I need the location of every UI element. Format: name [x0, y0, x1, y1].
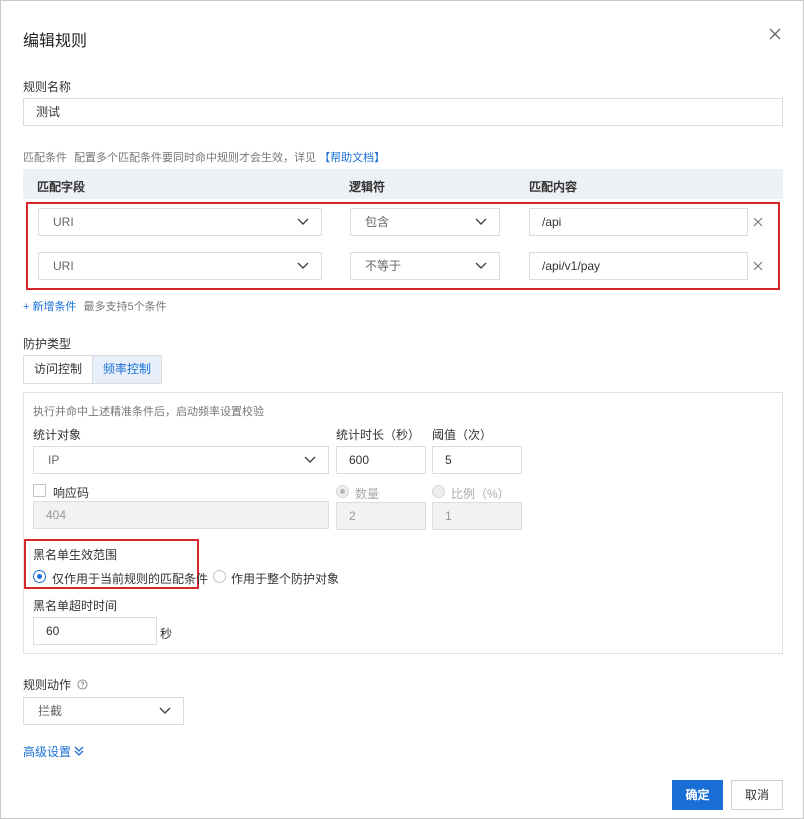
stat-object-select[interactable]: IP — [33, 446, 329, 474]
column-header-field: 匹配字段 — [37, 180, 86, 194]
double-chevron-down-icon — [74, 746, 84, 756]
scope-current-rule-radio[interactable] — [33, 570, 46, 583]
ratio-label: 比例（%） — [451, 487, 510, 501]
count-radio[interactable] — [336, 485, 349, 498]
column-header-operator: 逻辑符 — [349, 180, 386, 194]
chevron-down-icon — [297, 262, 309, 269]
match-operator-value-2: 不等于 — [365, 259, 402, 273]
scope-current-rule-label: 仅作用于当前规则的匹配条件 — [52, 572, 209, 586]
rule-name-label: 规则名称 — [23, 80, 72, 94]
match-content-input-1[interactable]: /api — [529, 208, 748, 236]
scope-whole-object-label: 作用于整个防护对象 — [231, 572, 340, 586]
match-field-select-1[interactable]: URI — [38, 208, 322, 236]
ratio-input[interactable]: 1 — [432, 502, 522, 530]
scope-whole-object-radio[interactable] — [213, 570, 226, 583]
match-operator-value-1: 包含 — [365, 215, 390, 229]
duration-label: 统计时长（秒） — [336, 428, 421, 442]
stat-object-value: IP — [48, 453, 60, 467]
rule-action-label: 规则动作 — [23, 678, 72, 692]
rate-control-desc: 执行并命中上述精准条件后，启动频率设置校验 — [33, 406, 264, 418]
remove-condition-icon[interactable] — [753, 217, 763, 227]
ratio-radio[interactable] — [432, 485, 445, 498]
rule-action-select[interactable]: 拦截 — [23, 697, 184, 725]
blacklist-scope-label: 黑名单生效范围 — [33, 548, 118, 562]
close-icon[interactable] — [767, 26, 783, 42]
add-condition-line: + 新增条件 最多支持5个条件 — [23, 298, 167, 314]
blacklist-timeout-label: 黑名单超时时间 — [33, 599, 118, 613]
tab-rate-control[interactable]: 频率控制 — [92, 356, 162, 383]
match-field-select-2[interactable]: URI — [38, 252, 322, 280]
advanced-settings-toggle[interactable]: 高级设置 — [23, 743, 84, 760]
rule-action-line: 规则动作 — [23, 676, 88, 693]
add-condition-hint: 最多支持5个条件 — [83, 301, 167, 313]
chevron-down-icon — [297, 218, 309, 225]
timeout-unit: 秒 — [160, 627, 173, 641]
cancel-button[interactable]: 取消 — [731, 780, 783, 810]
match-table-header: 匹配字段 逻辑符 匹配内容 — [23, 169, 783, 199]
chevron-down-icon — [304, 456, 316, 463]
duration-input[interactable]: 600 — [336, 446, 426, 474]
match-field-value-1: URI — [53, 215, 74, 229]
protection-type-label: 防护类型 — [23, 337, 72, 351]
match-operator-select-1[interactable]: 包含 — [350, 208, 500, 236]
tab-access-control[interactable]: 访问控制 — [24, 356, 93, 383]
confirm-button[interactable]: 确定 — [672, 780, 723, 810]
advanced-settings-label: 高级设置 — [23, 745, 72, 759]
response-code-input[interactable]: 404 — [33, 501, 329, 529]
threshold-input[interactable]: 5 — [432, 446, 522, 474]
rule-action-value: 拦截 — [38, 704, 63, 718]
chevron-down-icon — [475, 218, 487, 225]
rate-control-panel: 执行并命中上述精准条件后，启动频率设置校验 统计对象 IP 统计时长（秒） 60… — [23, 392, 783, 654]
protection-type-tabs: 访问控制 频率控制 — [23, 355, 163, 384]
column-header-content: 匹配内容 — [529, 180, 578, 194]
count-input[interactable]: 2 — [336, 502, 426, 530]
response-code-checkbox[interactable] — [33, 484, 46, 497]
dialog-title: 编辑规则 — [23, 33, 88, 50]
match-operator-select-2[interactable]: 不等于 — [350, 252, 500, 280]
chevron-down-icon — [475, 262, 487, 269]
help-icon[interactable] — [77, 679, 88, 690]
edit-rule-dialog: 编辑规则 规则名称 测试 匹配条件 配置多个匹配条件要同时命中规则才会生效，详见… — [0, 0, 804, 819]
count-label: 数量 — [355, 487, 380, 501]
rule-name-input[interactable]: 测试 — [23, 98, 783, 126]
match-field-value-2: URI — [53, 259, 74, 273]
blacklist-timeout-input[interactable]: 60 — [33, 617, 157, 645]
match-conditions-label: 匹配条件 — [23, 152, 67, 164]
threshold-label: 阈值（次） — [432, 428, 493, 442]
remove-condition-icon[interactable] — [753, 261, 763, 271]
match-conditions-hint: 配置多个匹配条件要同时命中规则才会生效，详见 — [74, 152, 317, 164]
match-content-input-2[interactable]: /api/v1/pay — [529, 252, 748, 280]
match-conditions-line: 匹配条件 配置多个匹配条件要同时命中规则才会生效，详见 【帮助文档】 — [23, 149, 385, 165]
stat-object-label: 统计对象 — [33, 428, 82, 442]
help-doc-link[interactable]: 【帮助文档】 — [319, 152, 385, 164]
chevron-down-icon — [159, 707, 171, 714]
response-code-label: 响应码 — [53, 486, 90, 500]
add-condition-link[interactable]: + 新增条件 — [23, 301, 76, 313]
